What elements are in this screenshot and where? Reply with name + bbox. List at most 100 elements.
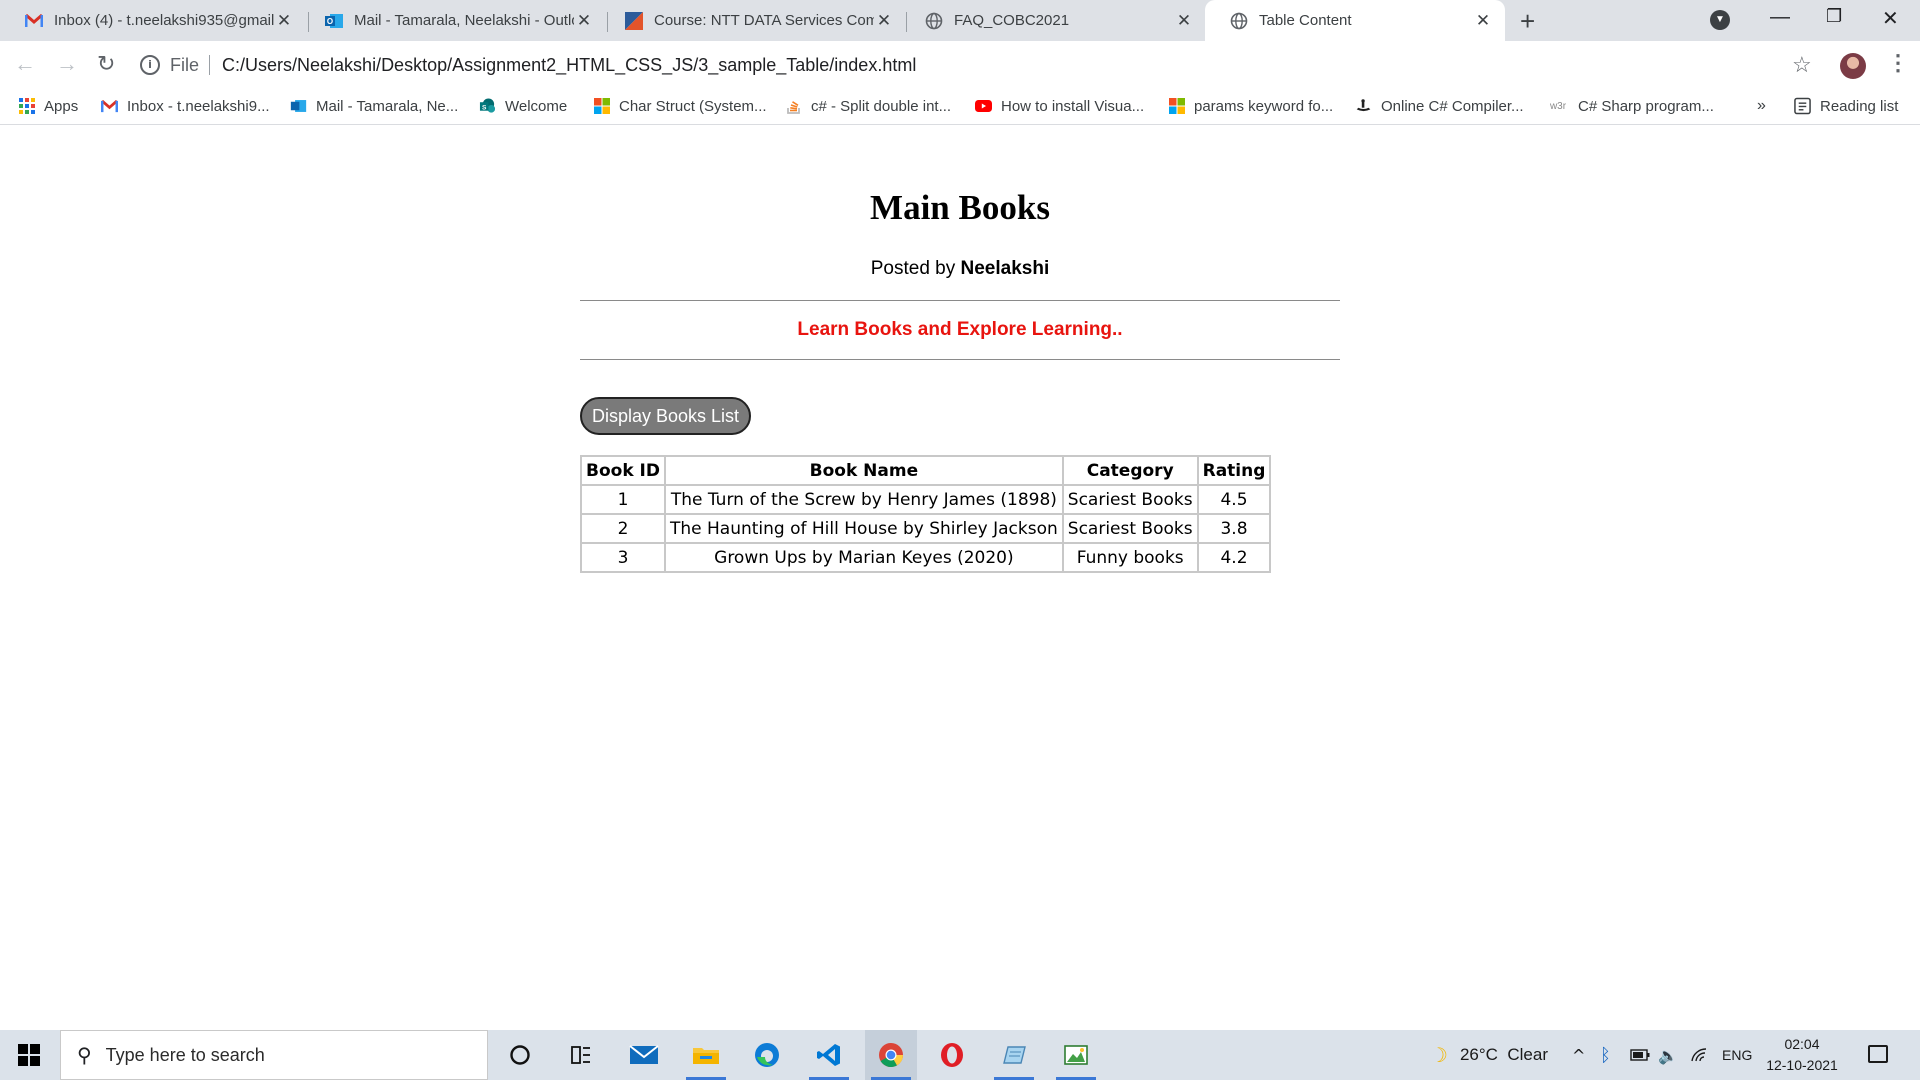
reading-list-icon <box>1794 97 1811 115</box>
close-icon[interactable]: ✕ <box>274 11 294 31</box>
gmail-icon <box>24 11 44 31</box>
vscode-icon[interactable] <box>803 1030 855 1080</box>
cell-category: Scariest Books <box>1062 485 1198 514</box>
taskbar-clock[interactable]: 02:04 12-10-2021 <box>1762 1034 1842 1076</box>
address-url[interactable]: C:/Users/Neelakshi/Desktop/Assignment2_H… <box>222 55 916 76</box>
bookmark-char-struct[interactable]: Char Struct (System... <box>593 88 767 124</box>
microsoft-icon <box>593 98 610 115</box>
close-icon[interactable]: ✕ <box>574 11 594 31</box>
bookmark-label: Mail - Tamarala, Ne... <box>316 97 459 115</box>
apps-grid-icon <box>18 98 35 115</box>
bluetooth-icon[interactable]: ᛒ <box>1600 1030 1611 1080</box>
gmail-icon <box>101 98 118 115</box>
forward-icon[interactable]: → <box>56 51 78 77</box>
windows-start-icon[interactable] <box>18 1044 40 1066</box>
bottom-divider <box>580 359 1340 360</box>
language-indicator[interactable]: ENG <box>1722 1030 1752 1080</box>
header-rating: Rating <box>1197 456 1271 485</box>
cell-book-name: The Haunting of Hill House by Shirley Ja… <box>664 514 1063 543</box>
bookmark-welcome[interactable]: S Welcome <box>479 88 567 124</box>
bookmark-apps[interactable]: Apps <box>18 88 78 124</box>
cell-rating: 4.2 <box>1197 543 1271 572</box>
reading-list-label: Reading list <box>1820 97 1899 115</box>
back-icon[interactable]: ← <box>14 51 36 77</box>
tab-label: Inbox (4) - t.neelakshi935@gmail.com <box>54 12 274 29</box>
top-divider <box>580 300 1340 301</box>
bookmark-label: Welcome <box>505 97 568 115</box>
display-books-button[interactable]: Display Books List <box>580 397 752 435</box>
cell-category: Funny books <box>1062 543 1198 572</box>
bookmark-online-compiler[interactable]: Online C# Compiler... <box>1355 88 1524 124</box>
task-view-icon[interactable] <box>555 1030 607 1080</box>
taskbar-search-box[interactable]: ⚲ Type here to search <box>60 1030 488 1080</box>
bookmark-label: c# - Split double int... <box>811 97 952 115</box>
profile-avatar[interactable] <box>1840 53 1866 79</box>
bookmark-split-double[interactable]: c# - Split double int... <box>785 88 951 124</box>
address-bar[interactable]: i File C:/Users/Neelakshi/Desktop/Assign… <box>140 49 916 81</box>
bookmark-star-icon[interactable]: ☆ <box>1792 52 1812 78</box>
tab-course[interactable]: Course: NTT DATA Services Comp ✕ <box>600 0 906 41</box>
compiler-icon <box>1355 98 1372 115</box>
svg-text:S: S <box>482 104 487 111</box>
cell-rating: 4.5 <box>1197 485 1271 514</box>
cell-book-name: The Turn of the Screw by Henry James (18… <box>664 485 1063 514</box>
address-scheme: File <box>170 54 200 75</box>
cell-rating: 3.8 <box>1197 514 1271 543</box>
bookmark-label: How to install Visua... <box>1001 97 1145 115</box>
battery-icon[interactable] <box>1630 1030 1650 1080</box>
info-icon[interactable]: i <box>140 55 160 75</box>
menu-kebab-icon[interactable]: ⋮ <box>1887 50 1909 76</box>
edge-icon[interactable] <box>741 1030 793 1080</box>
cell-book-name: Grown Ups by Marian Keyes (2020) <box>664 543 1063 572</box>
cell-category: Scariest Books <box>1062 514 1198 543</box>
weather-widget[interactable]: ☽ 26°C Clear <box>1430 1030 1548 1080</box>
tab-gmail[interactable]: Inbox (4) - t.neelakshi935@gmail.com ✕ <box>0 0 306 41</box>
notepad-icon[interactable] <box>988 1030 1040 1080</box>
reload-icon[interactable]: ↻ <box>97 51 115 77</box>
tab-label: FAQ_COBC2021 <box>954 12 1070 29</box>
address-divider <box>209 55 211 75</box>
image-viewer-icon[interactable] <box>1050 1030 1102 1080</box>
tab-outlook[interactable]: O Mail - Tamarala, Neelakshi - Outlook ✕ <box>300 0 606 41</box>
tab-search-icon[interactable]: ▼ <box>1710 10 1730 30</box>
bookmark-install-visual[interactable]: How to install Visua... <box>975 88 1144 124</box>
microsoft-icon <box>1168 98 1185 115</box>
bookmark-gmail[interactable]: Inbox - t.neelakshi9... <box>101 88 270 124</box>
bookmark-label: Online C# Compiler... <box>1381 97 1524 115</box>
svg-text:O: O <box>327 17 333 26</box>
notification-icon[interactable] <box>1868 1045 1888 1063</box>
restore-icon[interactable]: ❐ <box>1826 6 1842 27</box>
close-icon[interactable]: ✕ <box>1473 11 1493 31</box>
close-icon[interactable]: ✕ <box>1174 11 1194 31</box>
tab-label: Course: NTT DATA Services Comp <box>654 12 874 29</box>
bookmark-label: C# Sharp program... <box>1578 97 1714 115</box>
cortana-icon[interactable] <box>494 1030 546 1080</box>
close-icon[interactable]: ✕ <box>874 11 894 31</box>
posted-by-prefix: Posted by <box>870 258 956 279</box>
header-book-name: Book Name <box>664 456 1063 485</box>
mail-icon[interactable] <box>618 1030 670 1080</box>
bookmark-params-keyword[interactable]: params keyword fo... <box>1168 88 1333 124</box>
bookmarks-overflow-button[interactable]: » <box>1757 88 1766 124</box>
new-tab-icon[interactable]: + <box>1520 6 1535 37</box>
sharepoint-icon: S <box>479 98 496 115</box>
youtube-icon <box>975 98 992 115</box>
window-close-icon[interactable]: ✕ <box>1882 6 1899 31</box>
tab-table-content[interactable]: Table Content ✕ <box>1205 0 1505 41</box>
bookmark-csharp-program[interactable]: w3r C# Sharp program... <box>1547 88 1714 124</box>
books-table: Book ID Book Name Category Rating 1 The … <box>580 455 1272 573</box>
file-explorer-icon[interactable] <box>680 1030 732 1080</box>
volume-icon[interactable]: 🔈 <box>1658 1030 1678 1080</box>
tab-faq[interactable]: FAQ_COBC2021 ✕ <box>900 0 1206 41</box>
weather-text: 26°C Clear <box>1459 1045 1548 1064</box>
outlook-icon <box>290 98 307 115</box>
wifi-icon[interactable] <box>1690 1030 1710 1080</box>
bookmark-label: Apps <box>44 97 79 115</box>
reading-list-button[interactable]: Reading list <box>1794 88 1898 124</box>
bookmark-outlook[interactable]: Mail - Tamarala, Ne... <box>290 88 458 124</box>
opera-icon[interactable] <box>926 1030 978 1080</box>
minimize-icon[interactable]: — <box>1770 6 1790 29</box>
tray-chevron-icon[interactable]: ^ <box>1572 1030 1585 1080</box>
table-header-row: Book ID Book Name Category Rating <box>581 456 1271 485</box>
chrome-icon[interactable] <box>865 1030 917 1080</box>
